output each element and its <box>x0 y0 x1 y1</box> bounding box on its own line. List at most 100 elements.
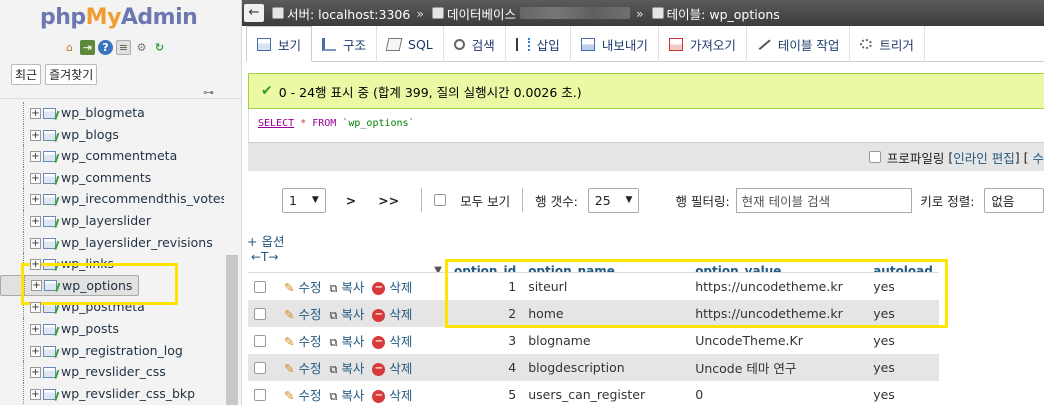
breadcrumb-table-label[interactable]: 테이블: wp_options <box>667 4 780 23</box>
tree-item-label[interactable]: wp_comments <box>61 170 151 185</box>
copy-button[interactable]: ⧉ 복사 <box>330 307 365 322</box>
cell-option-name[interactable]: users_can_register <box>522 380 690 405</box>
delete-button[interactable]: − 삭제 <box>372 280 412 295</box>
tab-export[interactable]: 내보내기 <box>571 26 659 62</box>
expand-icon[interactable]: + <box>31 280 42 292</box>
page-select[interactable]: 1 ▼ <box>282 187 326 213</box>
breadcrumb-table[interactable]: 테이블: wp_options <box>651 4 780 23</box>
delete-button[interactable]: − 삭제 <box>372 334 412 349</box>
tree-item-label[interactable]: wp_irecommendthis_votes <box>61 191 224 206</box>
tree-item-label[interactable]: wp_layerslider <box>61 213 151 228</box>
column-header-option-id[interactable]: option_id <box>448 258 523 273</box>
truncated-link[interactable]: 수 <box>1032 148 1044 167</box>
filter-input[interactable]: 현재 테이블 검색 <box>735 187 913 213</box>
expand-icon[interactable]: + <box>30 108 41 119</box>
sql-select-keyword[interactable]: SELECT <box>258 118 294 129</box>
expand-icon[interactable]: + <box>30 215 41 227</box>
column-header-autoload[interactable]: autoload <box>867 258 940 273</box>
phpmyadmin-logo[interactable]: phpMyAdmin <box>40 5 198 30</box>
tree-item[interactable]: + wp_blogmeta <box>0 102 224 124</box>
sql-query-box[interactable]: SELECT * FROM `wp_options` <box>248 109 1044 142</box>
tree-item-label[interactable]: wp_commentmeta <box>61 148 177 163</box>
expand-icon[interactable]: + <box>30 345 41 357</box>
column-header-option-value[interactable]: option_value <box>689 258 868 273</box>
column-header-label[interactable]: option_name <box>528 264 615 272</box>
options-link[interactable]: + 옵션 <box>247 231 284 250</box>
tree-item-label[interactable]: wp_links <box>61 256 114 271</box>
tab-sql[interactable]: SQL <box>377 26 444 62</box>
row-checkbox[interactable] <box>254 362 266 374</box>
copy-button[interactable]: ⧉ 복사 <box>330 334 365 349</box>
exit-icon[interactable]: ⇥ <box>80 40 95 55</box>
cell-option-name[interactable]: blogdescription <box>522 353 690 381</box>
cell-option-name[interactable]: home <box>522 299 690 327</box>
expand-icon[interactable]: + <box>30 302 41 314</box>
breadcrumb-server[interactable]: 서버: localhost:3306 <box>272 4 410 23</box>
row-checkbox[interactable] <box>254 308 266 320</box>
cell-option-value[interactable]: https://uncodetheme.kr <box>689 272 868 300</box>
tree-item[interactable]: + wp_postmeta <box>0 296 224 318</box>
sort-select[interactable]: 없음 <box>984 187 1044 213</box>
column-header-label[interactable]: option_value <box>695 264 781 272</box>
tree-item-label[interactable]: wp_postmeta <box>61 299 145 314</box>
cell-autoload[interactable]: yes <box>867 326 940 354</box>
cell-option-name[interactable]: blogname <box>522 326 690 354</box>
breadcrumb-database-label[interactable]: 데이터베이스 <box>447 4 516 23</box>
tab-insert[interactable]: 삽입 <box>506 26 571 62</box>
home-icon[interactable]: ⌂ <box>62 40 77 55</box>
cell-autoload[interactable]: yes <box>867 353 940 381</box>
tree-item[interactable]: + wp_commentmeta <box>0 145 224 167</box>
tree-item-label[interactable]: wp_options <box>62 276 132 296</box>
expand-icon[interactable]: + <box>30 237 41 249</box>
show-all-label[interactable]: 모두 보기 <box>460 191 510 210</box>
breadcrumb-server-label[interactable]: 서버: localhost:3306 <box>287 4 410 23</box>
cell-autoload[interactable]: yes <box>867 380 940 405</box>
tree-item[interactable]: + wp_irecommendthis_votes <box>0 188 224 210</box>
row-checkbox[interactable] <box>254 389 266 401</box>
cell-option-value[interactable]: https://uncodetheme.kr <box>689 299 868 327</box>
row-checkbox[interactable] <box>254 335 266 347</box>
expand-icon[interactable]: + <box>30 129 41 141</box>
tree-item-label[interactable]: wp_blogmeta <box>61 105 145 120</box>
favorites-tab[interactable]: 즐겨찾기 <box>45 64 98 85</box>
settings-icon[interactable]: ⚙ <box>134 40 149 55</box>
show-all-checkbox[interactable] <box>434 194 447 206</box>
copy-button[interactable]: ⧉ 복사 <box>330 280 365 295</box>
expand-icon[interactable]: + <box>30 151 41 163</box>
tree-item-label[interactable]: wp_blogs <box>61 127 119 142</box>
expand-icon[interactable]: + <box>30 172 41 184</box>
tab-structure[interactable]: 구조 <box>312 26 378 62</box>
expand-icon[interactable]: + <box>30 388 41 400</box>
cell-autoload[interactable]: yes <box>867 272 940 300</box>
tree-item-label[interactable]: wp_revslider_css_bkp <box>61 386 195 401</box>
row-checkbox[interactable] <box>254 281 266 294</box>
tree-item[interactable]: + wp_revslider_css_bkp <box>0 382 224 405</box>
expand-icon[interactable]: + <box>30 194 41 206</box>
recent-tab[interactable]: 최근 <box>11 64 42 85</box>
next-page-button[interactable]: > <box>346 193 356 208</box>
tab-import[interactable]: 가져오기 <box>659 26 747 62</box>
expand-icon[interactable]: + <box>30 367 41 379</box>
cell-option-value[interactable]: 0 <box>689 380 868 405</box>
tab-operations[interactable]: 테이블 작업 <box>747 26 851 62</box>
tree-item-selected[interactable]: + wp_options <box>0 274 140 297</box>
edit-button[interactable]: ✎ 수정 <box>284 307 322 322</box>
cell-autoload[interactable]: yes <box>867 299 940 327</box>
tree-item-label[interactable]: wp_layerslider_revisions <box>61 235 213 250</box>
tree-item[interactable]: + wp_comments <box>0 166 224 189</box>
expand-icon[interactable]: + <box>30 323 41 335</box>
profiling-checkbox[interactable] <box>868 151 881 163</box>
nav-scrollbar[interactable] <box>226 255 238 405</box>
back-arrow-icon[interactable]: ← <box>244 4 264 22</box>
column-header-label[interactable]: option_id <box>454 264 516 272</box>
help-icon[interactable]: ? <box>98 40 113 55</box>
column-header-label[interactable]: autoload <box>873 264 933 272</box>
inline-edit-link[interactable]: 인라인 편집 <box>953 148 1014 167</box>
tree-item[interactable]: + wp_blogs <box>0 123 224 146</box>
cell-option-id[interactable]: 1 <box>448 272 523 300</box>
expand-icon[interactable]: + <box>30 259 41 271</box>
copy-button[interactable]: ⧉ 복사 <box>330 388 365 403</box>
tree-item[interactable]: + wp_posts <box>0 317 224 340</box>
cell-option-id[interactable]: 2 <box>448 299 523 327</box>
cell-option-id[interactable]: 5 <box>448 380 523 405</box>
